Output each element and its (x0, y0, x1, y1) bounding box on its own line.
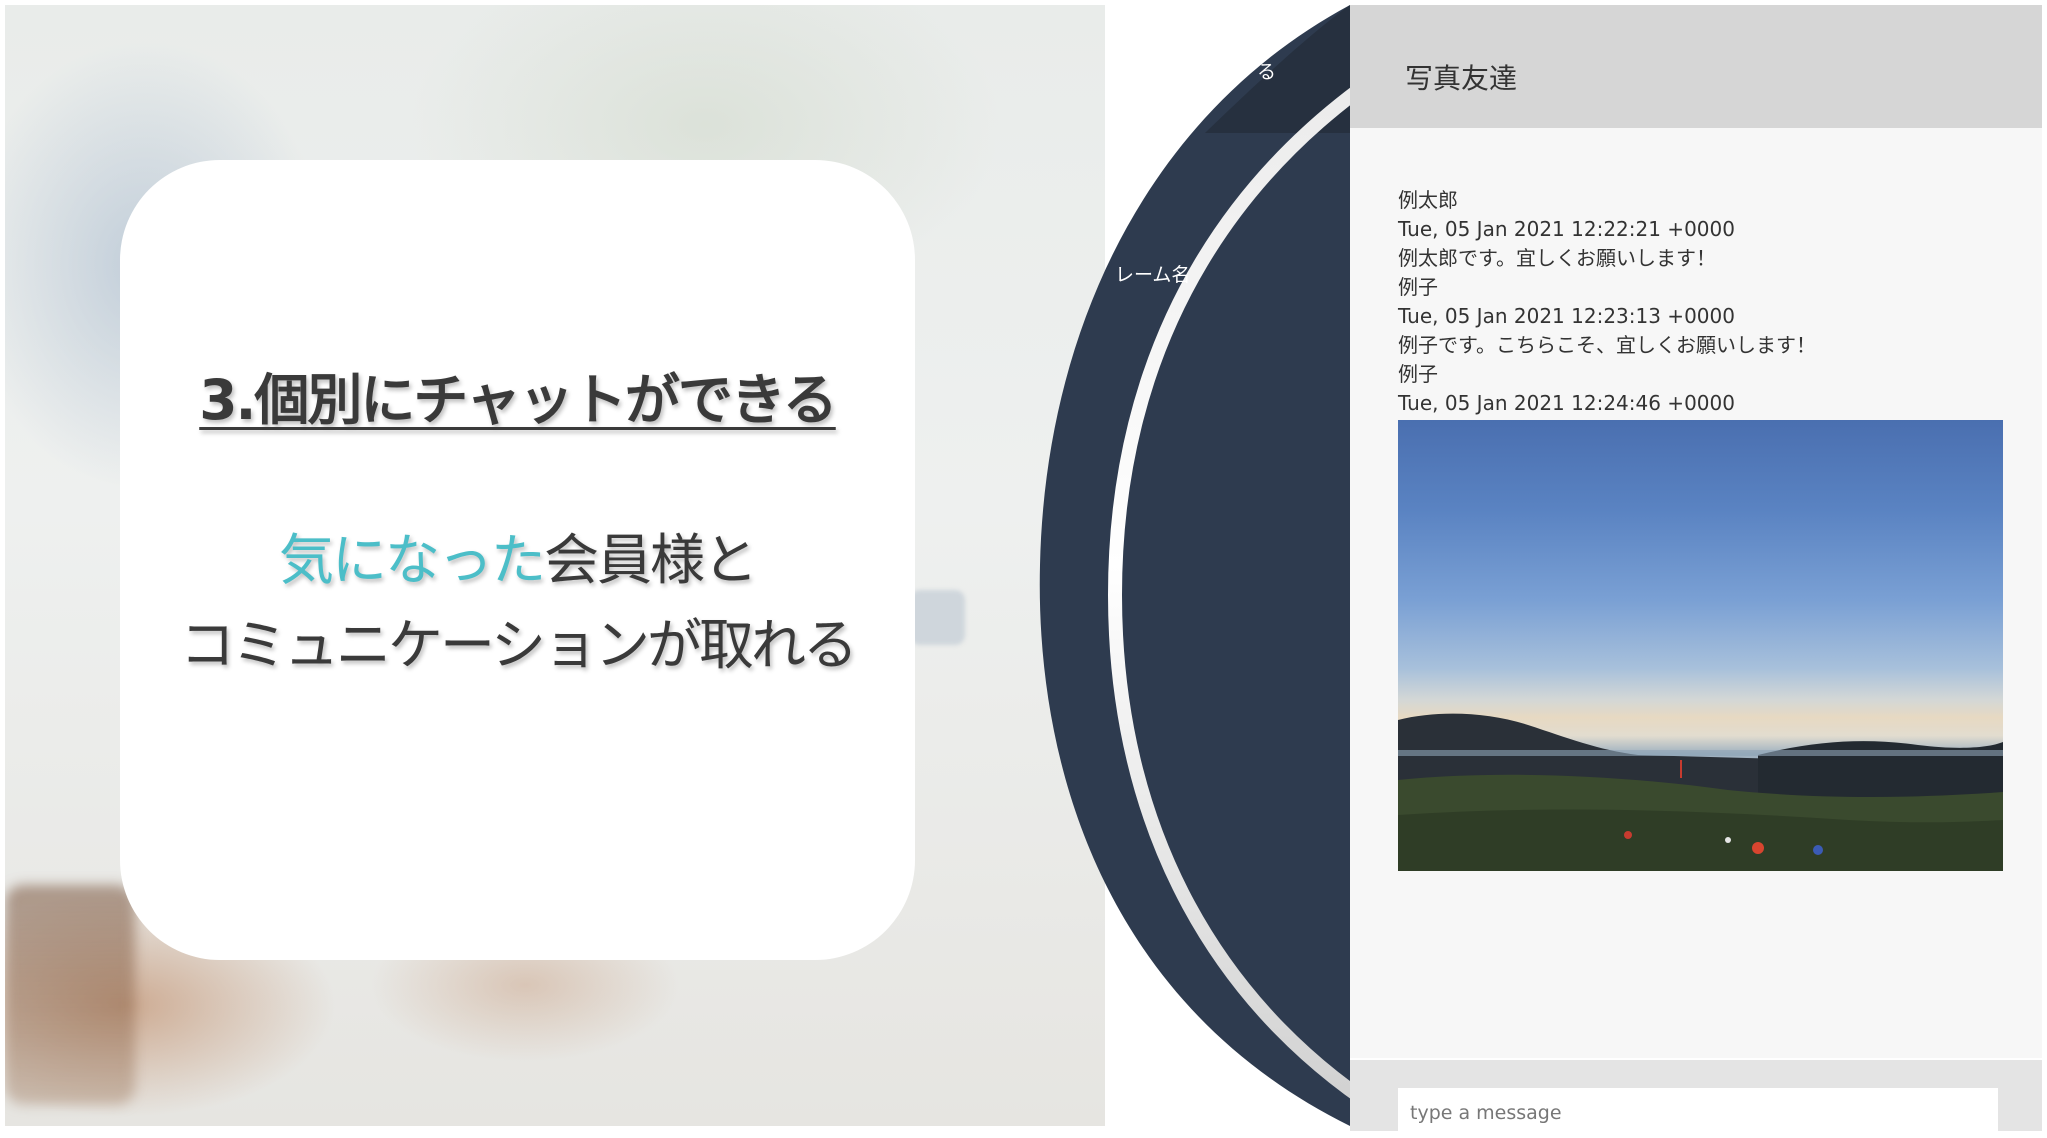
landscape-photo-content (1398, 713, 2003, 871)
sidebar-panel (1039, 5, 1350, 1126)
message-image-landscape[interactable] (1398, 420, 2003, 871)
message-text: 例太郎です。宜しくお願いします！ (1398, 246, 1716, 270)
chat-room-title: 写真友達 (1405, 62, 1518, 95)
chat-message-area[interactable]: 例太郎 Tue, 05 Jan 2021 12:22:21 +0000 例太郎で… (1350, 128, 2042, 1058)
chat-header: 写真友達 (1350, 5, 2042, 128)
message-author: 例太郎 (1398, 188, 1458, 212)
message-list: 例太郎 Tue, 05 Jan 2021 12:22:21 +0000 例太郎で… (1398, 186, 2008, 871)
message-timestamp: Tue, 05 Jan 2021 12:23:13 +0000 (1398, 304, 1735, 328)
chat-input-bar (1350, 1060, 2042, 1138)
message-author: 例子 (1398, 362, 1438, 386)
message-text: 例子です。こちらこそ、宜しくお願いします！ (1398, 333, 1816, 357)
message-timestamp: Tue, 05 Jan 2021 12:24:46 +0000 (1398, 391, 1735, 415)
sidebar-top-item[interactable]: る (1257, 57, 1276, 84)
message-timestamp: Tue, 05 Jan 2021 12:22:21 +0000 (1398, 217, 1735, 241)
message-author: 例子 (1398, 275, 1438, 299)
sidebar-room-name[interactable]: レーム名 (1115, 260, 1190, 287)
